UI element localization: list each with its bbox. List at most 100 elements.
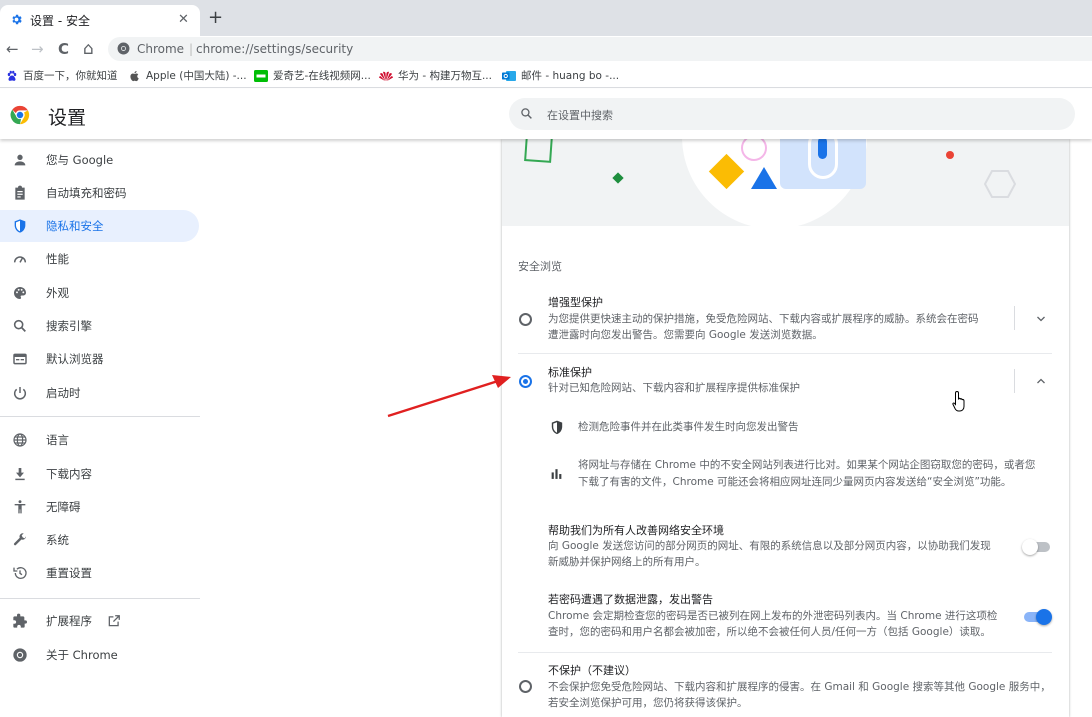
settings-title: 设置 <box>48 107 87 129</box>
bookmark-mail[interactable]: 邮件 - huang bo -... <box>502 68 619 83</box>
tab-settings-security[interactable]: 设置 - 安全 ✕ <box>0 5 200 36</box>
bookmark-iqiyi[interactable]: 爱奇艺-在线视频网... <box>254 68 371 83</box>
vertical-separator <box>1014 369 1015 393</box>
search-icon <box>520 107 533 120</box>
bookmarks-bar: 百度一下，你就知道 Apple (中国大陆) -... 爱奇艺-在线视频网...… <box>0 62 1092 88</box>
puzzle-icon <box>12 613 28 629</box>
vertical-separator <box>1014 306 1015 330</box>
sidebar-item-label: 自动填充和密码 <box>46 186 127 200</box>
history-icon <box>12 565 28 581</box>
bookmark-label: 百度一下，你就知道 <box>23 70 118 82</box>
apple-icon <box>129 70 141 82</box>
expand-enhanced-button[interactable] <box>1035 313 1047 325</box>
chrome-icon <box>117 42 130 55</box>
wrench-icon <box>12 532 28 548</box>
bookmark-huawei[interactable]: 华为 - 构建万物互... <box>379 68 492 83</box>
password-leak-toggle[interactable] <box>1024 609 1052 625</box>
outlook-icon <box>502 70 516 82</box>
sidebar-item-label: 外观 <box>46 286 69 300</box>
standard-detail-compare: 将网址与存储在 Chrome 中的不安全网站列表进行比对。如果某个网站企图窃取您… <box>578 459 1036 471</box>
browser-icon <box>12 351 28 367</box>
palette-icon <box>12 285 28 301</box>
sidebar-item-downloads[interactable]: 下载内容 <box>0 458 199 490</box>
settings-search-input[interactable]: 在设置中搜索 <box>509 98 1075 130</box>
no-protection-title: 不保护（不建议） <box>548 664 636 677</box>
password-leak-desc: Chrome 会定期检查您的密码是否已被列在网上发布的外泄密码列表内。当 Chr… <box>548 610 998 622</box>
security-shield-icon <box>550 420 564 435</box>
sidebar-item-autofill[interactable]: 自动填充和密码 <box>0 177 199 209</box>
sidebar-item-performance[interactable]: 性能 <box>0 243 199 275</box>
sidebar-item-system[interactable]: 系统 <box>0 524 199 556</box>
tab-strip: 设置 - 安全 ✕ + <box>0 0 1092 36</box>
standard-protection-desc: 针对已知危险网站、下载内容和扩展程序提供标准保护 <box>548 382 800 394</box>
bookmark-label: 邮件 - huang bo -... <box>521 70 620 82</box>
address-host-label: Chrome <box>137 42 185 56</box>
gear-icon <box>10 13 23 26</box>
forward-button[interactable]: → <box>31 39 44 59</box>
security-illustration <box>502 139 1069 226</box>
sidebar-item-you-and-google[interactable]: 您与 Google <box>0 144 199 176</box>
section-title-safe-browsing: 安全浏览 <box>518 260 562 273</box>
power-icon <box>12 385 28 401</box>
sidebar-item-accessibility[interactable]: 无障碍 <box>0 491 199 523</box>
sidebar-divider <box>0 416 200 417</box>
sidebar-item-label: 您与 Google <box>46 153 114 167</box>
toggle-knob <box>1036 609 1052 625</box>
tab-title: 设置 - 安全 <box>30 14 90 28</box>
sidebar-item-extensions[interactable]: 扩展程序 <box>0 605 199 637</box>
sidebar-item-privacy-security[interactable]: 隐私和安全 <box>0 210 199 242</box>
sidebar-item-search-engine[interactable]: 搜索引擎 <box>0 310 199 342</box>
address-separator: | <box>189 42 194 56</box>
improve-security-toggle[interactable] <box>1022 539 1050 555</box>
radio-standard-protection[interactable] <box>519 375 532 388</box>
enhanced-protection-desc: 为您提供更快速主动的保护措施，免受危险网站、下载内容或扩展程序的威胁。系统会在密… <box>548 313 979 325</box>
address-url[interactable]: chrome://settings/security <box>196 42 353 56</box>
divider <box>518 652 1052 653</box>
sidebar-item-appearance[interactable]: 外观 <box>0 277 199 309</box>
sidebar-item-about-chrome[interactable]: 关于 Chrome <box>0 639 199 671</box>
bookmark-apple[interactable]: Apple (中国大陆) -... <box>129 68 247 83</box>
sidebar-item-label: 扩展程序 <box>46 614 92 628</box>
sidebar-item-languages[interactable]: 语言 <box>0 424 199 456</box>
sidebar-item-label: 启动时 <box>46 386 81 400</box>
sidebar-item-default-browser[interactable]: 默认浏览器 <box>0 343 199 375</box>
sidebar-item-label: 系统 <box>46 533 69 547</box>
speedometer-icon <box>12 251 28 267</box>
back-button[interactable]: ← <box>6 39 19 59</box>
collapse-standard-button[interactable] <box>1035 375 1047 387</box>
bookmark-baidu[interactable]: 百度一下，你就知道 <box>6 68 118 83</box>
accessibility-icon <box>12 499 28 515</box>
sidebar-item-label: 隐私和安全 <box>46 219 104 233</box>
toggle-knob <box>1022 539 1038 555</box>
person-icon <box>12 152 28 168</box>
paw-icon <box>6 70 18 82</box>
new-tab-button[interactable]: + <box>208 8 223 28</box>
sidebar-item-on-startup[interactable]: 启动时 <box>0 377 199 409</box>
tab-close-button[interactable]: ✕ <box>178 12 189 27</box>
sidebar-item-reset-settings[interactable]: 重置设置 <box>0 557 199 589</box>
external-link-icon <box>107 614 121 628</box>
search-placeholder: 在设置中搜索 <box>547 109 613 122</box>
home-button[interactable]: ⌂ <box>83 39 94 59</box>
sidebar-item-label: 搜索引擎 <box>46 319 92 333</box>
password-leak-desc: 查时，您的密码和用户名都会被加密，所以绝不会被任何人员/任何一方（包括 Goog… <box>548 626 991 638</box>
bar-chart-icon <box>550 467 563 480</box>
standard-detail-compare: 下载了有害的文件，Chrome 可能还会将相应网址连同少量网页内容发送给“安全浏… <box>578 476 1012 488</box>
address-bar[interactable]: Chrome | chrome://settings/security <box>108 37 1092 61</box>
globe-icon <box>12 432 28 448</box>
shield-icon <box>12 218 28 234</box>
sidebar-divider <box>0 598 200 599</box>
standard-detail-detect: 检测危险事件并在此类事件发生时向您发出警告 <box>578 421 799 433</box>
annotation-arrow-icon <box>380 372 515 420</box>
huawei-icon <box>379 70 393 82</box>
sidebar-item-label: 性能 <box>46 252 69 266</box>
standard-protection-title: 标准保护 <box>548 366 592 379</box>
reload-button[interactable]: C <box>58 39 69 59</box>
divider <box>518 353 1052 354</box>
bookmark-label: 爱奇艺-在线视频网... <box>273 70 371 82</box>
radio-no-protection[interactable] <box>519 680 532 693</box>
radio-enhanced-protection[interactable] <box>519 313 532 326</box>
sidebar-item-label: 无障碍 <box>46 500 81 514</box>
improve-security-desc: 向 Google 发送您访问的部分网页的网址、有限的系统信息以及部分网页内容，以… <box>548 540 991 552</box>
hand-cursor-icon <box>952 390 968 412</box>
